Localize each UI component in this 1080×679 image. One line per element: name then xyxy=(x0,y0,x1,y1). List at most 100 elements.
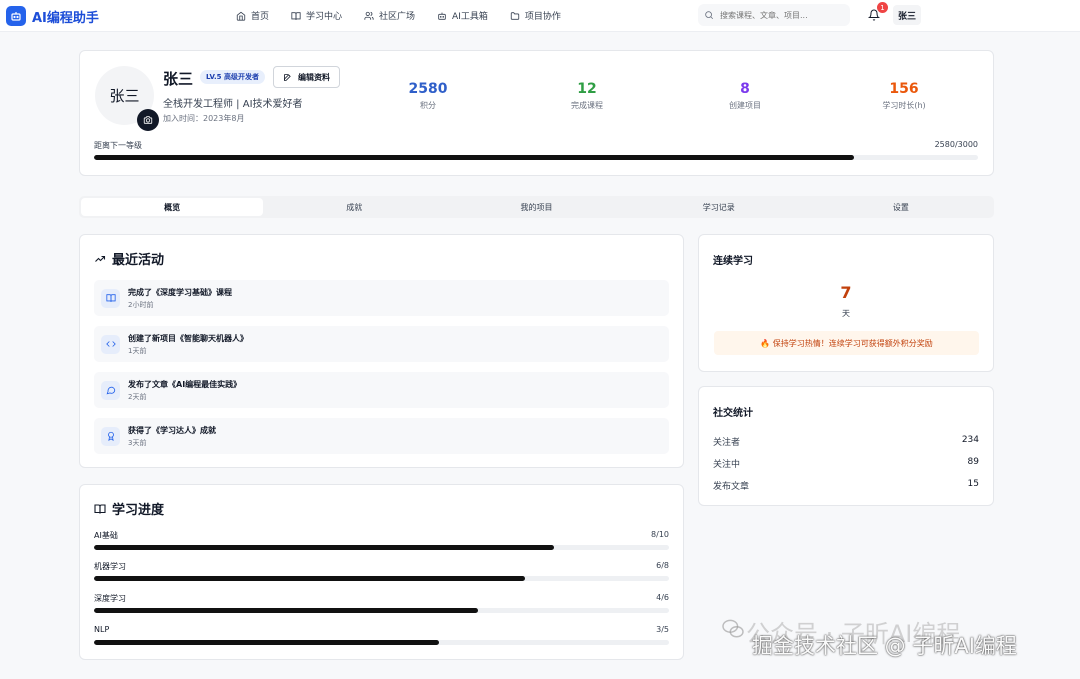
change-avatar-button[interactable] xyxy=(137,109,159,131)
stat-label: 完成课程 xyxy=(571,101,603,110)
course-progress-bar xyxy=(94,640,669,645)
activity-title: 最近活动 xyxy=(112,253,165,268)
activity-time: 2小时前 xyxy=(128,300,154,309)
nav-item-ai-tools[interactable]: AI工具箱 xyxy=(437,9,488,22)
streak-unit: 天 xyxy=(842,309,850,318)
next-level-value: 2580/3000 xyxy=(934,140,978,149)
stat-points: 2580 积分 xyxy=(388,81,468,111)
nav-item-learning[interactable]: 学习中心 xyxy=(291,9,342,22)
activity-time: 3天前 xyxy=(128,438,147,447)
top-navigation-bar: AI编程助手 首页 学习中心 社区广场 AI工具箱 项目协作 1 张三 xyxy=(0,0,1080,32)
activity-time: 2天前 xyxy=(128,392,147,401)
social-value: 234 xyxy=(961,435,979,445)
list-item[interactable]: 获得了《学习达人》成就 3天前 xyxy=(94,418,669,454)
stat-label: 学习时长(h) xyxy=(882,101,926,110)
course-name: 深度学习 xyxy=(94,594,126,603)
edit-icon xyxy=(284,73,291,81)
award-icon xyxy=(101,426,120,446)
tab-settings[interactable]: 设置 xyxy=(810,198,992,216)
activity-time: 1天前 xyxy=(128,346,147,355)
social-label: 关注者 xyxy=(713,438,741,448)
activity-list: 完成了《深度学习基础》课程 2小时前 创建了新项目《智能聊天机器人》 1天前 发… xyxy=(94,280,669,464)
nav-item-projects[interactable]: 项目协作 xyxy=(510,9,561,22)
course-progress-value: 4/6 xyxy=(656,593,669,602)
list-item[interactable]: 创建了新项目《智能聊天机器人》 1天前 xyxy=(94,326,669,362)
streak-card: 连续学习 7 天 🔥 保持学习热情！连续学习可获得额外积分奖励 xyxy=(698,234,994,372)
course-progress-value: 6/8 xyxy=(656,561,669,570)
level-progress-bar xyxy=(94,155,978,160)
level-badge: LV.5 高级开发者 xyxy=(200,70,265,84)
message-icon xyxy=(101,380,120,400)
tab-overview[interactable]: 概览 xyxy=(81,198,264,216)
activity-text: 完成了《深度学习基础》课程 xyxy=(128,287,232,297)
nav-label: 社区广场 xyxy=(379,12,416,22)
progress-row: NLP 3/5 xyxy=(94,625,669,645)
stat-hours: 156 学习时长(h) xyxy=(864,81,944,111)
social-label: 关注中 xyxy=(713,460,741,470)
stat-label: 创建项目 xyxy=(729,101,761,110)
progress-row: AI基础 8/10 xyxy=(94,530,669,550)
edit-profile-label: 编辑资料 xyxy=(298,72,330,82)
social-row: 关注中 89 xyxy=(713,457,979,470)
join-date: 加入时间：2023年8月 xyxy=(163,114,245,123)
learning-progress-card: 学习进度 AI基础 8/10 机器学习 6/8 深度学习 4/6 NLP 3/5 xyxy=(79,484,684,660)
user-menu[interactable]: 张三 xyxy=(893,5,921,25)
stat-value: 2580 xyxy=(408,81,448,97)
social-label: 发布文章 xyxy=(713,482,750,492)
nav-item-community[interactable]: 社区广场 xyxy=(364,9,415,22)
course-name: 机器学习 xyxy=(94,562,126,571)
social-row: 关注者 234 xyxy=(713,435,979,448)
activity-text: 获得了《学习达人》成就 xyxy=(128,425,216,435)
tab-my-projects[interactable]: 我的项目 xyxy=(445,198,627,216)
profile-name: 张三 xyxy=(163,70,194,88)
section-title: 最近活动 xyxy=(94,249,164,268)
stat-value: 12 xyxy=(577,81,597,97)
nav-item-home[interactable]: 首页 xyxy=(236,9,269,22)
bot-logo-icon xyxy=(6,6,26,26)
streak-title: 连续学习 xyxy=(713,256,753,267)
social-stats-card: 社交统计 关注者 234 关注中 89 发布文章 15 xyxy=(698,386,994,506)
stat-value: 156 xyxy=(889,81,919,97)
trending-up-icon xyxy=(95,255,106,262)
social-value: 89 xyxy=(967,457,979,467)
list-item[interactable]: 发布了文章《AI编程最佳实践》 2天前 xyxy=(94,372,669,408)
home-icon xyxy=(236,11,246,21)
course-progress-bar xyxy=(94,576,669,581)
course-progress-bar xyxy=(94,608,669,613)
code-icon xyxy=(101,334,120,354)
profile-title: 全栈开发工程师 | AI技术爱好者 xyxy=(163,99,303,110)
course-progress-fill xyxy=(94,576,526,581)
book-icon xyxy=(101,288,120,308)
course-progress-fill xyxy=(94,640,439,645)
course-progress-bar xyxy=(94,545,669,550)
brand[interactable]: AI编程助手 xyxy=(6,6,99,26)
book-open-icon xyxy=(291,11,301,20)
activity-text: 发布了文章《AI编程最佳实践》 xyxy=(128,379,242,389)
stat-value: 8 xyxy=(740,81,750,97)
users-icon xyxy=(364,11,374,20)
course-progress-fill xyxy=(94,545,554,550)
search-input[interactable] xyxy=(720,10,840,20)
streak-tip: 🔥 保持学习热情！连续学习可获得额外积分奖励 xyxy=(714,331,979,355)
watermark: 公众号 · 子昕AI编程 掘金技术社区 @ 子昕AI编程 xyxy=(722,614,1072,674)
stat-projects: 8 创建项目 xyxy=(705,81,785,111)
course-name: NLP xyxy=(94,625,110,634)
profile-card: 张三 张三 LV.5 高级开发者 编辑资料 全栈开发工程师 | AI技术爱好者 … xyxy=(79,50,994,176)
main-nav: 首页 学习中心 社区广场 AI工具箱 项目协作 xyxy=(236,9,583,22)
course-progress-value: 3/5 xyxy=(656,625,669,634)
edit-profile-button[interactable]: 编辑资料 xyxy=(273,66,340,88)
bot-icon xyxy=(438,12,446,20)
progress-row: 机器学习 6/8 xyxy=(94,561,669,581)
list-item[interactable]: 完成了《深度学习基础》课程 2小时前 xyxy=(94,280,669,316)
folder-icon xyxy=(510,11,520,20)
tab-learning-records[interactable]: 学习记录 xyxy=(628,198,810,216)
brand-name: AI编程助手 xyxy=(32,10,99,26)
nav-label: 首页 xyxy=(251,12,270,22)
recent-activity-card: 最近活动 完成了《深度学习基础》课程 2小时前 创建了新项目《智能聊天机器人》 … xyxy=(79,234,684,468)
next-level-label: 距离下一等级 xyxy=(94,141,142,150)
course-progress-fill xyxy=(94,608,478,613)
search-box[interactable] xyxy=(698,4,850,26)
tab-achievements[interactable]: 成就 xyxy=(263,198,445,216)
activity-text: 创建了新项目《智能聊天机器人》 xyxy=(128,333,248,343)
social-value: 15 xyxy=(967,479,979,489)
